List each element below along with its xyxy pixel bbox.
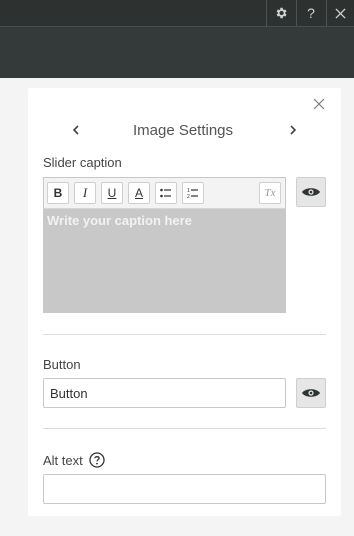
button-visibility-toggle[interactable] (296, 378, 326, 408)
settings-button[interactable] (266, 0, 295, 26)
previous-image-button[interactable] (69, 122, 83, 138)
gear-icon (276, 7, 287, 19)
bold-button[interactable]: B (47, 182, 69, 204)
caption-placeholder[interactable]: Write your caption here (47, 213, 192, 228)
bulleted-list-button[interactable] (155, 182, 177, 204)
next-image-button[interactable] (286, 122, 300, 138)
image-settings-panel: Image Settings Slider caption B I U A 1 … (28, 88, 341, 516)
section-divider (43, 428, 326, 429)
button-text-input[interactable] (43, 378, 286, 408)
panel-title: Image Settings (132, 122, 234, 139)
caption-editor: B I U A 1 2 Tx Write your caption here (43, 177, 286, 313)
clear-format-label: Tx (264, 187, 276, 199)
section-divider (43, 334, 326, 335)
close-icon (335, 7, 346, 19)
alt-text-help-button[interactable] (89, 452, 105, 468)
underline-button[interactable]: U (101, 182, 123, 204)
font-color-label: A (134, 186, 143, 200)
chevron-left-icon (72, 125, 79, 135)
caption-visibility-toggle[interactable] (296, 177, 326, 207)
panel-close-button[interactable] (313, 97, 327, 111)
close-icon (313, 98, 325, 110)
close-app-button[interactable] (326, 0, 354, 26)
font-color-button[interactable]: A (128, 182, 150, 204)
editor-toolbar: B I U A 1 2 Tx (44, 178, 285, 209)
bold-label: B (53, 186, 63, 200)
alt-text-label: Alt text (43, 453, 83, 468)
question-circle-icon (89, 452, 105, 468)
eye-icon (302, 389, 320, 397)
button-label: Button (43, 357, 81, 372)
numbered-list-icon: 1 2 (187, 188, 198, 199)
italic-button[interactable]: I (74, 182, 96, 204)
numbered-list-button[interactable]: 1 2 (182, 182, 204, 204)
clear-format-button[interactable]: Tx (259, 182, 281, 204)
alt-text-input[interactable] (43, 474, 326, 504)
help-button[interactable]: ? (296, 0, 325, 26)
chevron-right-icon (290, 125, 297, 135)
italic-label: I (82, 185, 88, 200)
eye-icon (302, 188, 320, 196)
slider-caption-label: Slider caption (43, 155, 122, 170)
help-label: ? (307, 5, 315, 21)
underline-label: U (107, 186, 117, 200)
top-toolbar: ? (0, 0, 354, 27)
svg-text:2: 2 (187, 194, 190, 199)
secondary-bar (0, 27, 354, 78)
bulleted-list-icon (160, 188, 171, 198)
